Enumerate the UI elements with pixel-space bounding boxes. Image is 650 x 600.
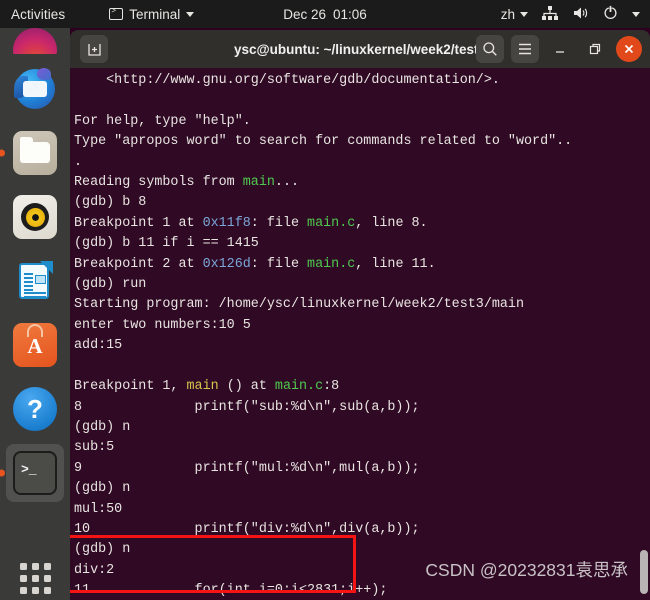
- terminal-window: ysc@ubuntu: ~/linuxkernel/week2/test3 <h…: [70, 30, 650, 600]
- maximize-button[interactable]: [581, 35, 609, 63]
- terminal-line: Breakpoint 2 at 0x126d: file main.c, lin…: [74, 256, 436, 272]
- terminal-icon: [109, 7, 124, 20]
- close-button[interactable]: [616, 36, 642, 62]
- chevron-down-icon: [186, 11, 195, 17]
- terminal-line: Starting program: /home/ysc/linuxkernel/…: [74, 297, 524, 313]
- close-icon: [624, 44, 634, 54]
- terminal-line: enter two numbers:10 5: [74, 317, 251, 333]
- clock-button[interactable]: Dec 26 01:06: [283, 7, 367, 22]
- language-label: zh: [500, 6, 515, 22]
- terminal-content-area[interactable]: <http://www.gnu.org/software/gdb/documen…: [70, 68, 650, 600]
- show-applications-button[interactable]: [0, 563, 70, 594]
- terminal-line: mul:50: [74, 501, 123, 517]
- dock-item-software[interactable]: A: [6, 316, 64, 374]
- dock-item-rhythmbox[interactable]: [6, 188, 64, 246]
- minimize-button[interactable]: [546, 35, 574, 63]
- terminal-line: Type "apropos word" to search for comman…: [74, 134, 573, 150]
- window-titlebar: ysc@ubuntu: ~/linuxkernel/week2/test3: [70, 30, 650, 68]
- terminal-line: For help, type "help".: [74, 113, 251, 129]
- gnome-top-bar: Activities Terminal Dec 26 01:06 zh: [0, 0, 650, 28]
- menu-button[interactable]: [511, 35, 539, 63]
- dock-item-help[interactable]: ?: [6, 380, 64, 438]
- terminal-line: (gdb) n: [74, 419, 131, 435]
- dock-item-libreoffice[interactable]: [6, 252, 64, 310]
- terminal-line: 11 for(int i=0:i<2831;i++);: [74, 583, 388, 599]
- terminal-line: add:15: [74, 338, 123, 354]
- clock-date: Dec 26: [283, 6, 326, 22]
- firefox-icon: [13, 28, 57, 54]
- clock-time: 01:06: [332, 6, 367, 22]
- hamburger-menu-icon: [519, 43, 531, 55]
- maximize-icon: [589, 43, 601, 55]
- activities-button[interactable]: Activities: [11, 7, 65, 22]
- app-menu-button[interactable]: Terminal: [109, 6, 195, 22]
- ubuntu-software-icon: A: [13, 323, 57, 367]
- terminal-line: 10 printf("div:%d\n",div(a,b));: [74, 521, 420, 537]
- libreoffice-icon: [13, 259, 57, 303]
- dock-item-firefox[interactable]: [6, 28, 64, 54]
- terminal-line: 9 printf("mul:%d\n",mul(a,b));: [74, 460, 420, 476]
- search-button[interactable]: [476, 35, 504, 63]
- app-grid-icon: [19, 563, 51, 594]
- window-controls: [476, 35, 642, 63]
- screen: Activities Terminal Dec 26 01:06 zh: [0, 0, 650, 600]
- status-area: zh: [501, 5, 640, 23]
- terminal-line: Reading symbols from main...: [74, 175, 300, 191]
- terminal-scrollbar[interactable]: [640, 550, 648, 594]
- thunderbird-icon: [13, 67, 57, 111]
- terminal-line: Breakpoint 1, main () at main.c:8: [74, 379, 340, 395]
- chevron-down-icon: [520, 11, 528, 17]
- terminal-line: 8 printf("sub:%d\n",sub(a,b));: [74, 399, 420, 415]
- terminal-line: Breakpoint 1 at 0x11f8: file main.c, lin…: [74, 215, 428, 231]
- volume-icon[interactable]: [572, 6, 589, 23]
- dock-item-files[interactable]: [6, 124, 64, 182]
- terminal-line: (gdb) b 8: [74, 195, 147, 211]
- input-method-indicator[interactable]: zh: [501, 7, 528, 22]
- rhythmbox-icon: [13, 195, 57, 239]
- search-icon: [483, 42, 497, 56]
- files-icon: [13, 131, 57, 175]
- new-tab-button[interactable]: [80, 35, 108, 63]
- chevron-down-icon[interactable]: [632, 11, 640, 17]
- new-tab-icon: [87, 43, 101, 56]
- watermark-label: CSDN @20232831袁思承: [425, 560, 628, 580]
- app-menu-label: Terminal: [129, 6, 181, 22]
- minimize-icon: [556, 51, 564, 53]
- dock-item-terminal[interactable]: [6, 444, 64, 502]
- help-icon: ?: [13, 387, 57, 431]
- terminal-line: .: [74, 154, 83, 170]
- terminal-line: (gdb) n: [74, 481, 131, 497]
- network-icon[interactable]: [542, 5, 558, 23]
- terminal-line: <http://www.gnu.org/software/gdb/documen…: [74, 73, 500, 88]
- terminal-line: (gdb) run: [74, 277, 147, 293]
- power-icon[interactable]: [603, 5, 618, 23]
- dock: A ?: [0, 28, 70, 600]
- terminal-line: (gdb) b 11 if i == 1415: [74, 236, 259, 252]
- terminal-text: <http://www.gnu.org/software/gdb/documen…: [70, 68, 650, 600]
- dock-item-thunderbird[interactable]: [6, 60, 64, 118]
- window-title: ysc@ubuntu: ~/linuxkernel/week2/test3: [233, 41, 487, 57]
- terminal-icon: [13, 451, 57, 495]
- terminal-line: sub:5: [74, 440, 115, 456]
